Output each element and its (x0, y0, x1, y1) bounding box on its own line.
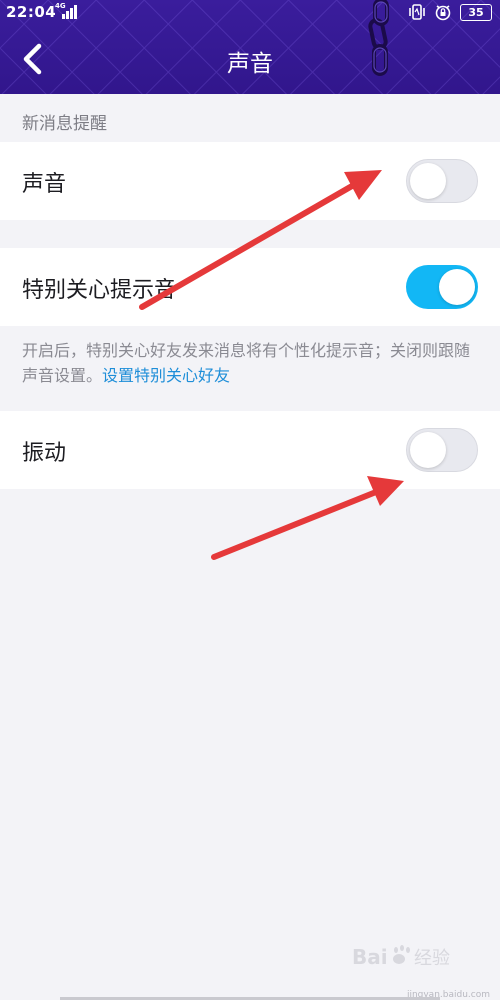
toggle-knob (410, 163, 446, 199)
vibrate-toggle[interactable] (406, 428, 478, 472)
setting-label-special-care-tone: 特别关心提示音 (22, 278, 177, 303)
setting-row-special-care-tone: 特别关心提示音 (0, 248, 500, 326)
vibrate-icon (408, 3, 426, 21)
status-right-group: 35 (400, 2, 492, 22)
section-header: 新消息提醒 (0, 94, 500, 142)
app-header: 22:04 4G 35 声音 (0, 0, 500, 94)
setting-label-sound: 声音 (22, 172, 67, 197)
special-care-note: 开启后，特别关心好友发来消息将有个性化提示音；关闭则跟随声音设置。设置特别关心好… (22, 338, 482, 388)
chain-decoration-icon (368, 0, 389, 76)
baidu-jingyan-watermark: Bai 经验 (352, 942, 472, 978)
toggle-knob (410, 432, 446, 468)
status-time: 22:04 (6, 3, 57, 21)
setting-label-vibrate: 振动 (22, 441, 67, 466)
page-title: 声音 (227, 51, 273, 77)
special-care-tone-toggle[interactable] (406, 265, 478, 309)
svg-text:经验: 经验 (414, 948, 450, 969)
special-care-friends-link[interactable]: 设置特别关心好友 (102, 366, 230, 385)
setting-row-sound: 声音 (0, 142, 500, 220)
svg-text:Bai: Bai (352, 945, 388, 969)
setting-row-vibrate: 振动 (0, 411, 500, 489)
status-bar: 22:04 4G 35 (0, 0, 500, 24)
alarm-lock-icon (434, 3, 452, 21)
section-title: 新消息提醒 (22, 114, 107, 134)
baidu-logo-icon: Bai 经验 (352, 945, 450, 969)
nav-bar: 声音 (0, 24, 500, 94)
toggle-knob (439, 269, 475, 305)
signal-icon: 4G (55, 2, 77, 20)
battery-indicator: 35 (460, 3, 492, 21)
note-text: 开启后，特别关心好友发来消息将有个性化提示音；关闭则跟随声音设置。 (22, 341, 471, 385)
sound-toggle[interactable] (406, 159, 478, 203)
